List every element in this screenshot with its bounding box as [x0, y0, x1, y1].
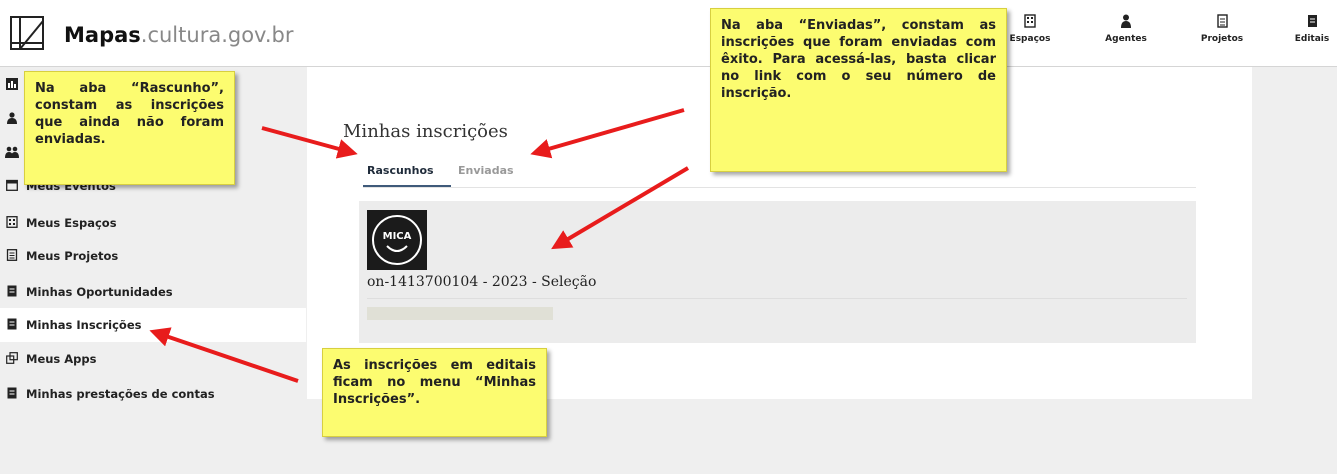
arrow-to-enviadas: [530, 108, 685, 159]
arrow-to-menu: [149, 327, 299, 383]
arrow-to-registration: [551, 166, 690, 250]
arrow-to-rascunhos: [261, 126, 358, 159]
annotation-arrows: [149, 108, 690, 383]
